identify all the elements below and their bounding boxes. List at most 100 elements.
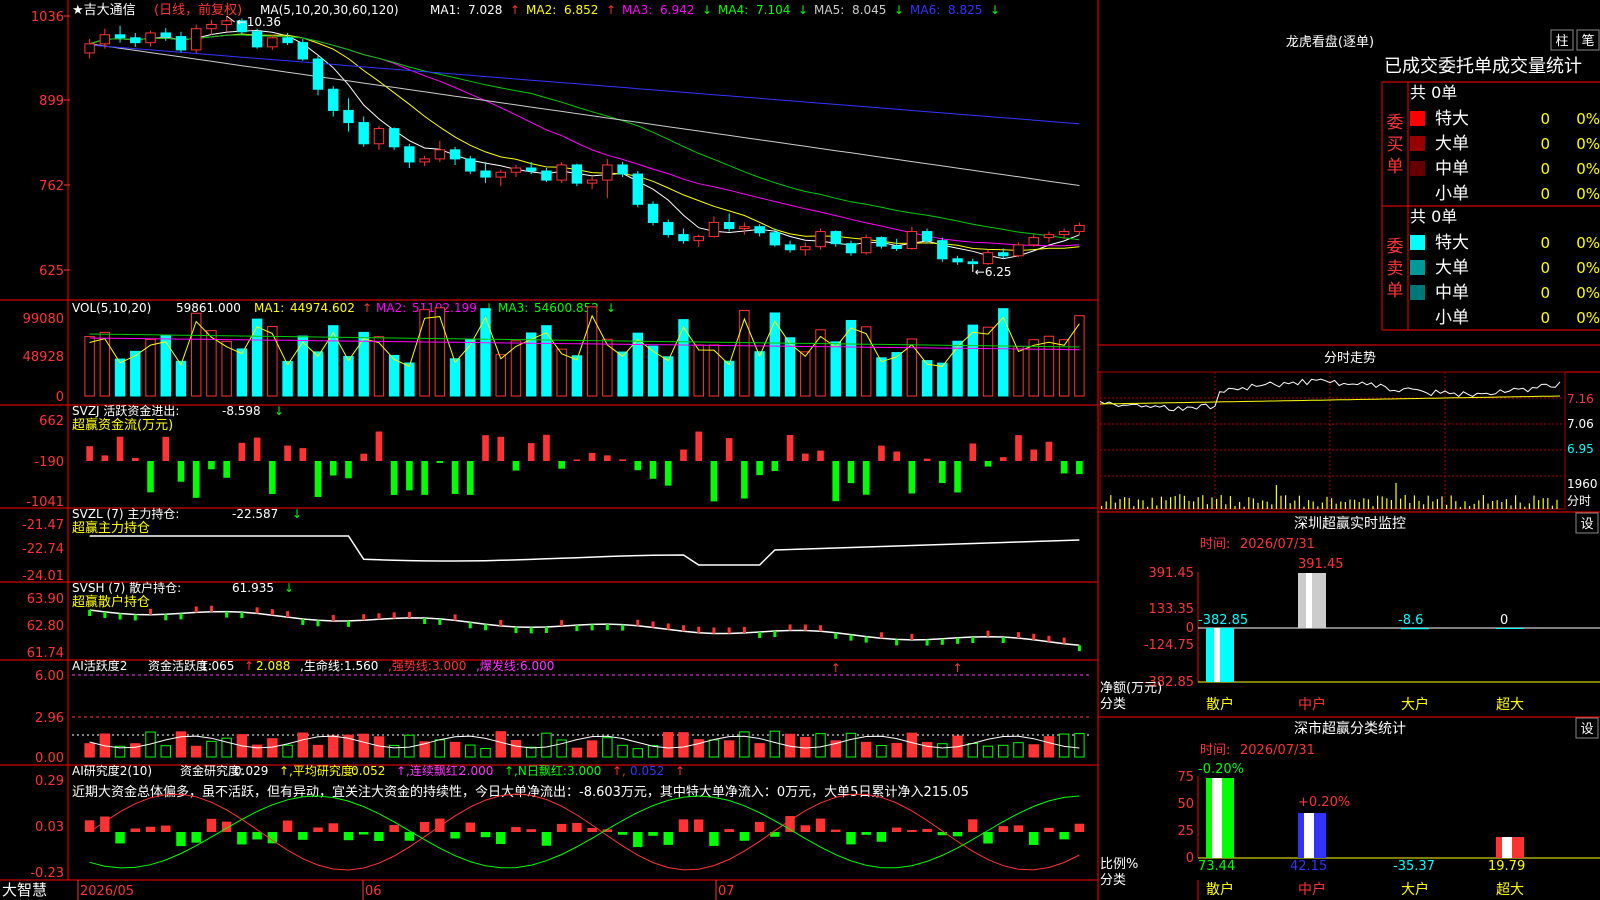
- ai2-bar: [663, 832, 673, 845]
- candle-body: [343, 109, 354, 124]
- x-tick-label: 06: [365, 884, 382, 899]
- ai2-bar: [922, 828, 932, 832]
- ai2-item: ↑: [675, 764, 685, 778]
- svsh-tick: [605, 624, 609, 631]
- svzj-bar: [253, 437, 261, 461]
- ai2-bar: [815, 818, 826, 832]
- vol-ma-line: [89, 337, 1080, 351]
- ai2-bar: [587, 828, 597, 832]
- intraday-vol-bar: [1216, 498, 1218, 509]
- ai1-bar: [708, 739, 720, 758]
- ai1-bar: [891, 742, 902, 758]
- svsh-tick: [971, 637, 975, 644]
- intraday-vol-bar: [1459, 506, 1461, 509]
- tab-zhu-label[interactable]: 柱: [1555, 34, 1568, 49]
- tab-bi-label[interactable]: 笔: [1581, 33, 1594, 49]
- candle-body: [206, 23, 217, 30]
- ai2-bar: [328, 823, 338, 832]
- candle-body: [130, 37, 141, 44]
- monitor-date: 2026/07/31: [1240, 537, 1315, 552]
- intraday-vol-bar: [1243, 506, 1245, 509]
- sell-row-vol: 0: [1540, 234, 1550, 252]
- sell-label-char: 委: [1387, 237, 1404, 257]
- ai1-bar: [190, 745, 202, 758]
- sell-row-pct: 0%: [1576, 284, 1600, 302]
- vol-bar: [190, 312, 202, 397]
- monitor-settings-label[interactable]: 设: [1580, 517, 1593, 532]
- buy-label-char: 买: [1387, 135, 1404, 155]
- svzj-bar: [939, 461, 946, 484]
- vol-bar: [525, 332, 537, 397]
- ai2-bar: [648, 832, 658, 836]
- classify-settings-label[interactable]: 设: [1580, 722, 1593, 737]
- svzj-bar: [725, 438, 733, 461]
- ai2-bar: [1013, 825, 1024, 832]
- vol-bar: [541, 325, 552, 397]
- intraday-vol-bar: [1515, 495, 1517, 509]
- svsh-tick: [697, 626, 701, 633]
- ai2-bar: [176, 832, 186, 847]
- ai2-bar: [617, 832, 628, 835]
- ma-arrow: ↓: [990, 3, 1000, 17]
- intraday-vol-bar: [1423, 504, 1425, 509]
- ai2-bar: [831, 829, 841, 832]
- svsh-tick: [742, 626, 746, 633]
- monitor-value: -382.85: [1198, 613, 1248, 628]
- buy-swatch: [1410, 161, 1425, 176]
- candle-body: [647, 203, 659, 223]
- ma-line-5: [89, 43, 1080, 186]
- intraday-vol-bar: [1427, 495, 1429, 509]
- buy-swatch: [1410, 111, 1425, 126]
- sell-swatch: [1410, 285, 1425, 300]
- intraday-vol-bar: [1234, 506, 1236, 509]
- ma-arrow: ↑: [606, 3, 616, 17]
- svsh-tick: [849, 634, 853, 641]
- intraday-vol-bar: [1229, 496, 1231, 509]
- candle-body: [784, 244, 796, 251]
- ai2-y-tick: -0.23: [30, 866, 64, 881]
- intraday-vol-bar: [1262, 500, 1264, 509]
- vol-bar: [800, 351, 811, 397]
- ai1-bar: [160, 745, 171, 758]
- candle-body: [297, 42, 309, 60]
- ai1-bar: [602, 737, 613, 758]
- intraday-vol-bar: [1280, 495, 1282, 509]
- intraday-vol-bar: [1455, 501, 1457, 509]
- ma-line-6: [89, 44, 1080, 125]
- svzj-bar: [147, 461, 154, 493]
- svsh-tick: [910, 633, 914, 640]
- candle-body: [388, 128, 400, 148]
- svzj-bar: [1030, 449, 1038, 461]
- ai2-bar: [161, 825, 171, 832]
- ai1-title: AI活跃度2: [72, 658, 127, 673]
- ai1-bar: [647, 745, 659, 758]
- svzj-bar: [482, 435, 489, 461]
- vol-title: VOL(5,10,20): [72, 301, 151, 315]
- candle-body: [723, 221, 735, 230]
- candle-body: [267, 37, 278, 48]
- svzj-bar: [558, 461, 565, 469]
- monitor-category: 散户: [1206, 696, 1234, 713]
- ai1-bar: [1013, 742, 1024, 758]
- svsh-tick: [925, 639, 929, 646]
- ai2-bar: [678, 819, 689, 832]
- classify-x-title: 分类: [1100, 873, 1126, 888]
- ma-label: MA6:: [910, 3, 940, 17]
- ai2-bar: [465, 822, 476, 832]
- ai1-bar: [998, 744, 1009, 758]
- ai2-bar: [343, 832, 354, 841]
- vol-bar: [495, 354, 506, 397]
- ai1-bar: [663, 732, 674, 758]
- ma-value: 8.045: [852, 3, 886, 17]
- intraday-vol-bar: [1519, 502, 1521, 509]
- ai2-item: ↑,N日飘红:: [504, 763, 567, 778]
- svzj-bar: [360, 453, 368, 461]
- svzl-line: [89, 535, 1080, 566]
- signal-arrow: ↑: [831, 661, 841, 675]
- intraday-vol-bar: [1101, 505, 1103, 509]
- intraday-vol-bar: [1298, 495, 1300, 509]
- ai2-bar: [358, 832, 369, 835]
- candle-body: [175, 36, 187, 51]
- svsh-tick: [773, 631, 777, 638]
- ai1-bar: [312, 744, 324, 758]
